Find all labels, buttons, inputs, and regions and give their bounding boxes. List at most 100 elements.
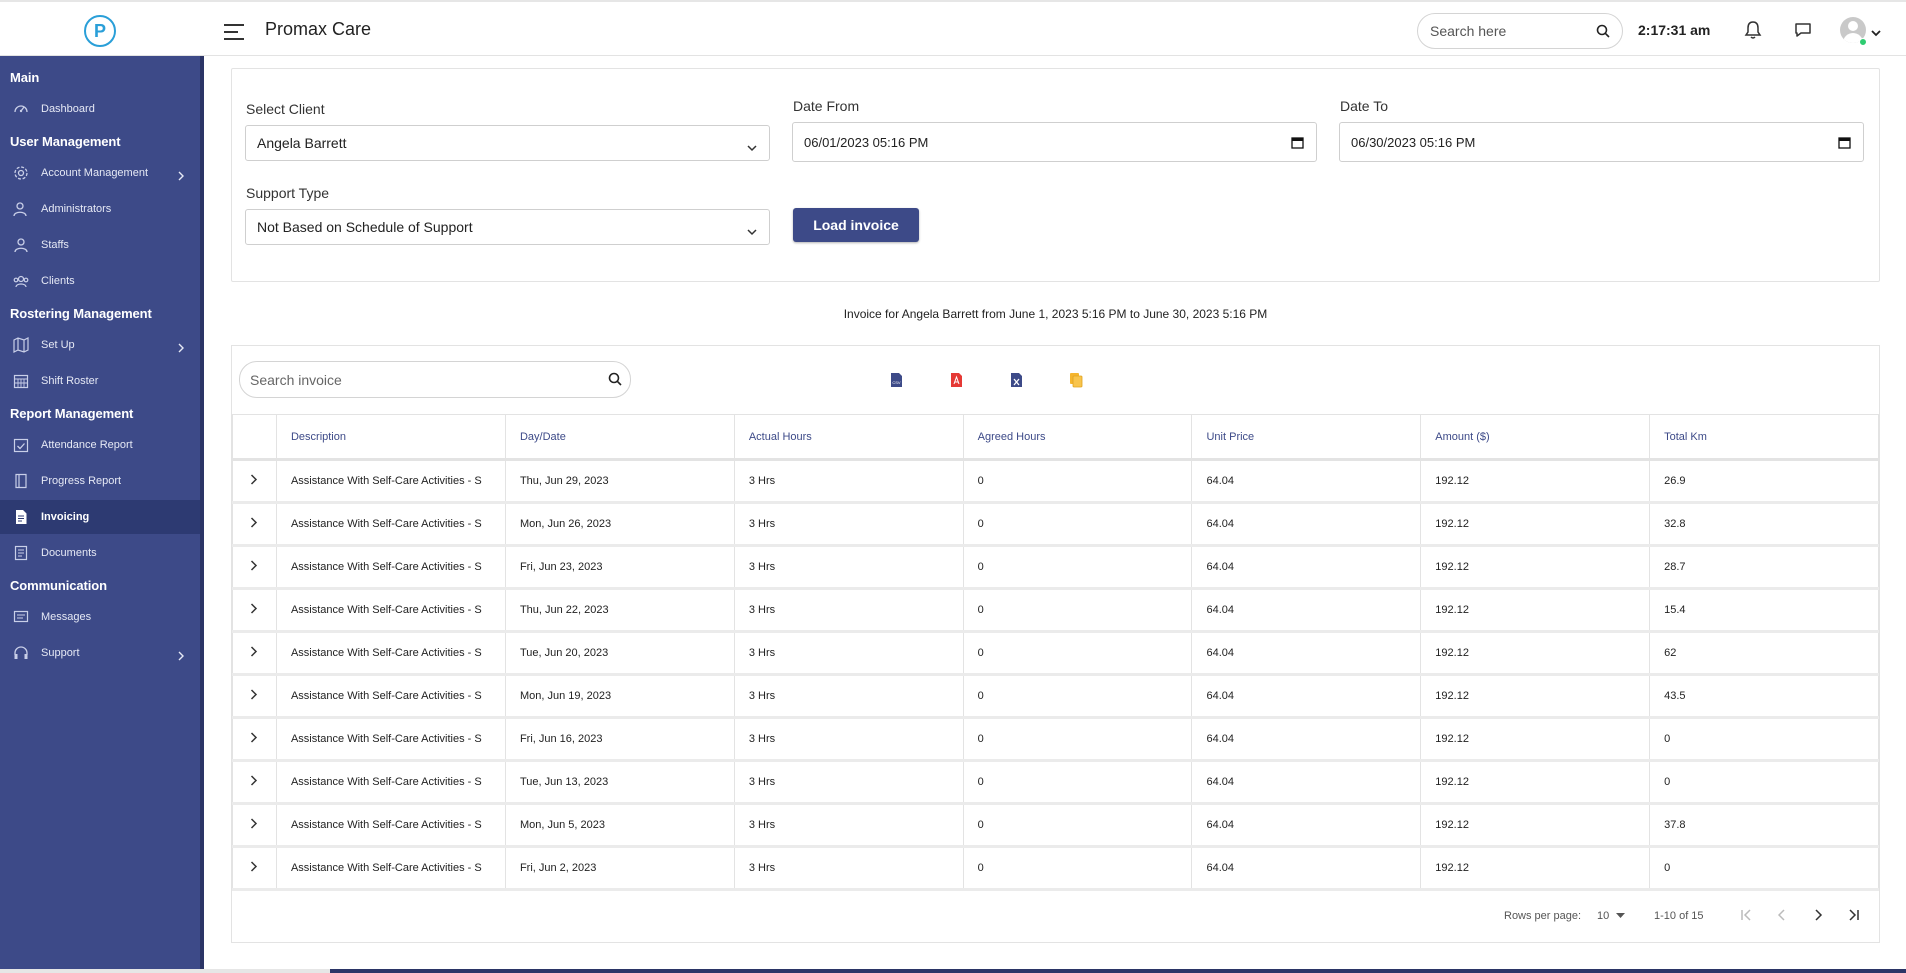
search-icon[interactable] <box>1596 24 1610 43</box>
first-page-icon[interactable] <box>1739 908 1753 927</box>
csv-export-icon[interactable]: CSV <box>890 372 903 393</box>
table-row[interactable]: Assistance With Self-Care Activities - S… <box>232 631 1879 676</box>
previous-page-icon[interactable] <box>1775 908 1789 927</box>
next-page-icon[interactable] <box>1811 908 1825 927</box>
expand-row-button[interactable] <box>232 760 277 805</box>
top-bar: P Promax Care 2:17:31 am <box>0 0 1906 56</box>
documents-icon <box>13 545 29 561</box>
expand-row-button[interactable] <box>232 846 277 891</box>
pdf-export-icon[interactable] <box>950 372 963 393</box>
amount-cell: 192.12 <box>1420 674 1651 719</box>
menu-toggle-icon[interactable] <box>224 24 244 42</box>
actual-hours-cell: 3 Hrs <box>733 846 964 891</box>
sidebar-section-report-management: Report Management <box>10 406 134 421</box>
table-row[interactable]: Assistance With Self-Care Activities - S… <box>232 803 1879 848</box>
unit-price-cell: 64.04 <box>1191 459 1422 504</box>
table-row[interactable]: Assistance With Self-Care Activities - S… <box>232 717 1879 762</box>
sidebar-item-staffs[interactable]: Staffs <box>0 228 200 262</box>
sidebar-item-administrators[interactable]: Administrators <box>0 192 200 226</box>
total-km-cell: 15.4 <box>1649 588 1879 633</box>
column-header-amount[interactable]: Amount ($) <box>1420 414 1651 461</box>
rows-per-page-select[interactable]: 10 <box>1597 910 1626 922</box>
expand-row-button[interactable] <box>232 803 277 848</box>
sidebar-item-progress-report[interactable]: Progress Report <box>0 464 200 498</box>
chevron-right-icon <box>251 689 258 700</box>
invoice-filter-card <box>231 68 1880 282</box>
agreed-hours-cell: 0 <box>962 760 1193 805</box>
table-row[interactable]: Assistance With Self-Care Activities - S… <box>232 545 1879 590</box>
sidebar-item-invoicing[interactable]: Invoicing <box>0 500 200 534</box>
sidebar-item-label: Administrators <box>41 203 112 215</box>
expand-row-button[interactable] <box>232 631 277 676</box>
table-header-row: Description Day/Date Actual Hours Agreed… <box>232 414 1879 461</box>
chevron-down-icon[interactable] <box>1871 24 1881 42</box>
calendar-icon[interactable] <box>1838 136 1851 152</box>
column-header-description[interactable]: Description <box>275 414 506 461</box>
expand-row-button[interactable] <box>232 674 277 719</box>
search-icon[interactable] <box>608 372 622 391</box>
bell-icon[interactable] <box>1744 20 1762 45</box>
sidebar-item-shift-roster[interactable]: Shift Roster <box>0 364 200 398</box>
date-from-input[interactable]: 06/01/2023 05:16 PM <box>792 122 1317 162</box>
total-km-cell: 43.5 <box>1649 674 1879 719</box>
sidebar-item-messages[interactable]: Messages <box>0 600 200 634</box>
description-text: Assistance With Self-Care Activities - S <box>290 604 482 616</box>
chat-icon[interactable] <box>1793 20 1813 45</box>
select-client-dropdown[interactable]: Angela Barrett <box>245 125 770 161</box>
calendar-icon <box>13 373 29 389</box>
header-search-input[interactable] <box>1430 23 1590 39</box>
copy-icon[interactable] <box>1069 372 1083 393</box>
invoice-search-input[interactable] <box>250 371 590 388</box>
amount-cell: 192.12 <box>1420 760 1651 805</box>
app-logo[interactable]: P <box>84 15 116 47</box>
description-text: Assistance With Self-Care Activities - S <box>290 776 482 788</box>
table-row[interactable]: Assistance With Self-Care Activities - S… <box>232 459 1879 504</box>
invoice-search <box>239 361 631 398</box>
column-header-total-km[interactable]: Total Km <box>1649 414 1879 461</box>
chevron-right-icon <box>251 560 258 571</box>
message-icon <box>13 609 29 625</box>
sidebar-item-attendance-report[interactable]: Attendance Report <box>0 428 200 462</box>
chevron-down-icon <box>747 139 757 155</box>
table-row[interactable]: Assistance With Self-Care Activities - S… <box>232 674 1879 719</box>
sidebar-item-support[interactable]: Support <box>0 636 200 670</box>
expand-row-button[interactable] <box>232 588 277 633</box>
column-header-agreed-hours[interactable]: Agreed Hours <box>962 414 1193 461</box>
support-type-dropdown[interactable]: Not Based on Schedule of Support <box>245 209 770 245</box>
sidebar-item-clients[interactable]: Clients <box>0 264 200 298</box>
description-cell: Assistance With Self-Care Activities - S <box>275 803 506 848</box>
sidebar-item-set-up[interactable]: Set Up <box>0 328 200 362</box>
column-header-day-date[interactable]: Day/Date <box>504 414 735 461</box>
chevron-down-icon <box>747 223 757 239</box>
calendar-icon[interactable] <box>1291 136 1304 152</box>
column-header-actual-hours[interactable]: Actual Hours <box>733 414 964 461</box>
sidebar-item-documents[interactable]: Documents <box>0 536 200 570</box>
expand-row-button[interactable] <box>232 545 277 590</box>
amount-cell: 192.12 <box>1420 588 1651 633</box>
column-header-unit-price[interactable]: Unit Price <box>1191 414 1422 461</box>
expand-row-button[interactable] <box>232 502 277 547</box>
excel-export-icon[interactable] <box>1010 372 1023 393</box>
admin-user-icon <box>13 201 29 217</box>
svg-text:CSV: CSV <box>892 380 901 385</box>
date-to-input[interactable]: 06/30/2023 05:16 PM <box>1339 122 1864 162</box>
table-row[interactable]: Assistance With Self-Care Activities - S… <box>232 846 1879 891</box>
table-row[interactable]: Assistance With Self-Care Activities - S… <box>232 760 1879 805</box>
horizontal-scrollbar[interactable] <box>330 969 1906 973</box>
description-text: Assistance With Self-Care Activities - S <box>290 733 482 745</box>
day-date-cell: Tue, Jun 20, 2023 <box>504 631 735 676</box>
day-date-cell: Fri, Jun 16, 2023 <box>504 717 735 762</box>
sidebar-item-label: Invoicing <box>41 511 90 523</box>
total-km-cell: 0 <box>1649 846 1879 891</box>
table-row[interactable]: Assistance With Self-Care Activities - S… <box>232 588 1879 633</box>
day-date-cell: Mon, Jun 26, 2023 <box>504 502 735 547</box>
load-invoice-button[interactable]: Load invoice <box>793 208 919 242</box>
chevron-right-icon <box>251 603 258 614</box>
last-page-icon[interactable] <box>1847 908 1861 927</box>
sidebar-item-dashboard[interactable]: Dashboard <box>0 92 200 126</box>
expand-row-button[interactable] <box>232 459 277 504</box>
sidebar-item-label: Attendance Report <box>41 439 133 451</box>
table-row[interactable]: Assistance With Self-Care Activities - S… <box>232 502 1879 547</box>
expand-row-button[interactable] <box>232 717 277 762</box>
sidebar-item-account-management[interactable]: Account Management <box>0 156 200 190</box>
